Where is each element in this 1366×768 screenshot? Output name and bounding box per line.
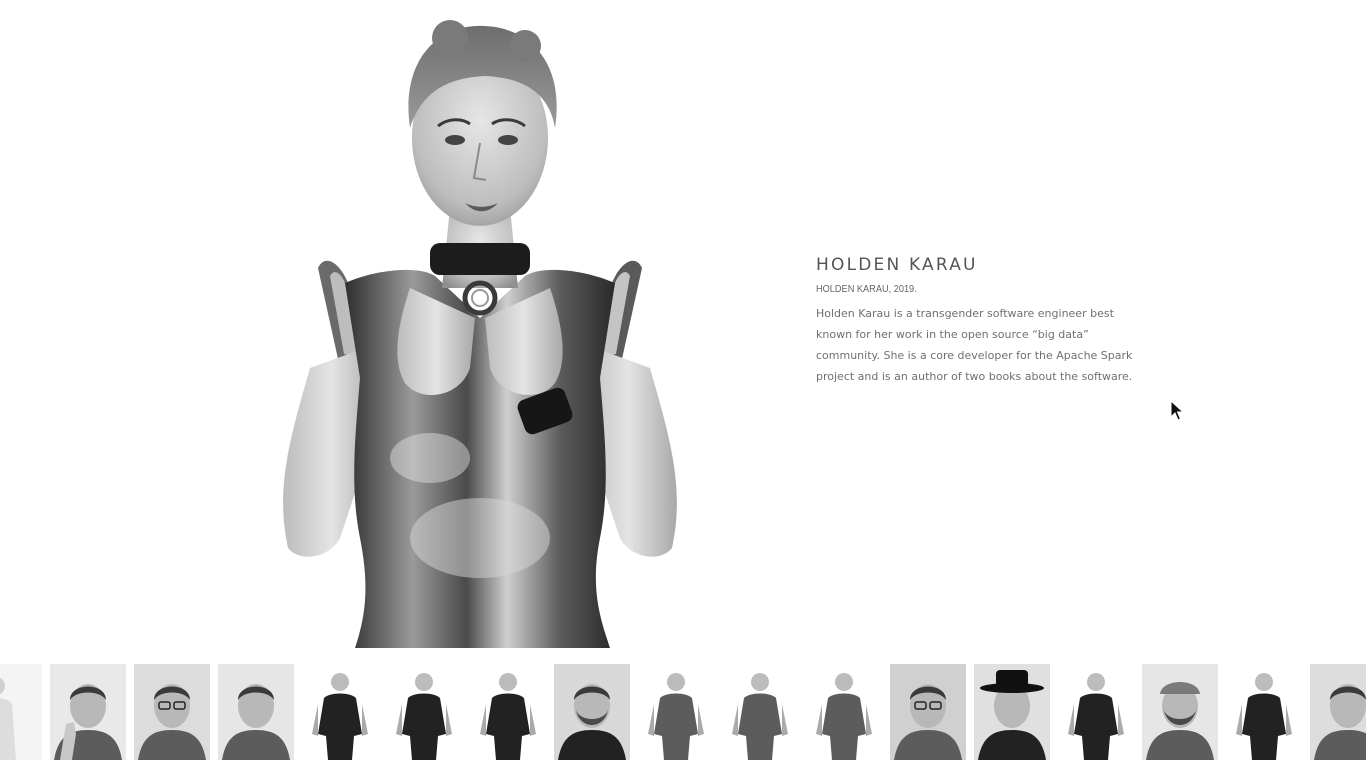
- hero-portrait-photo: [270, 18, 690, 648]
- portrait-gallery-page: HOLDEN KARAU HOLDEN KARAU, 2019. Holden …: [0, 0, 1366, 768]
- thumbnail-portrait[interactable]: [554, 664, 630, 760]
- arrow-cursor-icon: [1170, 399, 1185, 422]
- thumbnail-portrait[interactable]: [1310, 664, 1366, 760]
- subject-bio: Holden Karau is a transgender software e…: [816, 307, 1133, 383]
- thumbnail-portrait[interactable]: [1226, 664, 1302, 760]
- thumbnail-portrait[interactable]: [302, 664, 378, 760]
- thumbnail-portrait[interactable]: [974, 664, 1050, 760]
- thumbnail-portrait[interactable]: [806, 664, 882, 760]
- subject-name: HOLDEN KARAU: [816, 255, 978, 275]
- thumbnail-portrait[interactable]: [50, 664, 126, 760]
- thumbnail-portrait[interactable]: [134, 664, 210, 760]
- thumbnail-portrait[interactable]: [722, 664, 798, 760]
- thumbnail-strip: [0, 664, 1366, 760]
- thumbnail-portrait[interactable]: [0, 664, 42, 760]
- thumbnail-portrait[interactable]: [638, 664, 714, 760]
- thumbnail-portrait[interactable]: [890, 664, 966, 760]
- subject-subtitle: HOLDEN KARAU, 2019.: [816, 284, 917, 295]
- thumbnail-portrait[interactable]: [218, 664, 294, 760]
- thumbnail-portrait[interactable]: [470, 664, 546, 760]
- thumbnail-portrait[interactable]: [1142, 664, 1218, 760]
- portrait-caption: HOLDEN KARAU HOLDEN KARAU, 2019. Holden …: [816, 255, 1146, 387]
- thumbnail-portrait[interactable]: [1058, 664, 1134, 760]
- thumbnail-portrait[interactable]: [386, 664, 462, 760]
